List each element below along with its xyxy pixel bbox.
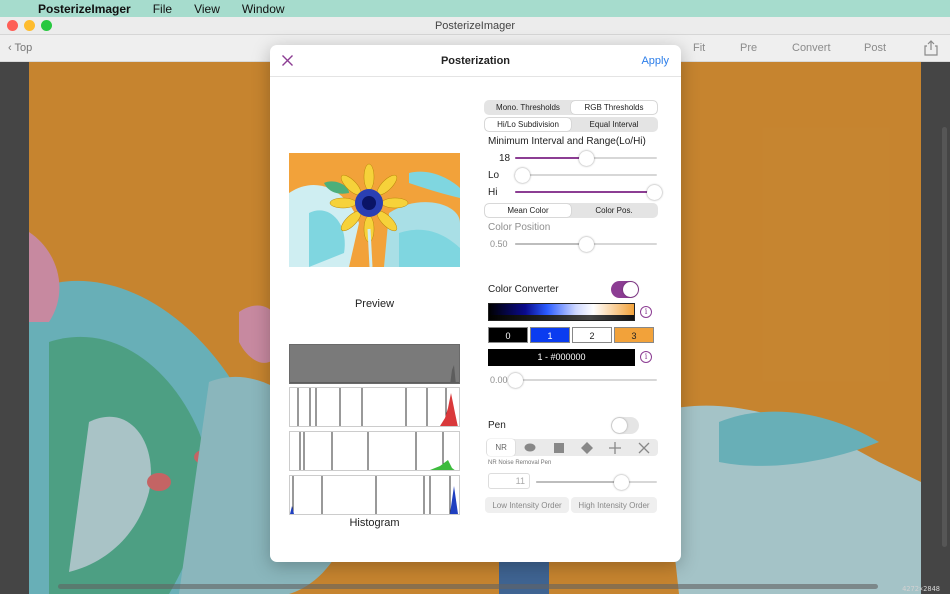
preview-label: Preview bbox=[354, 298, 395, 310]
color-pos-segment[interactable]: Color Pos. bbox=[571, 204, 657, 217]
color-position-value: 0.50 bbox=[490, 239, 508, 249]
menu-window[interactable]: Window bbox=[242, 2, 285, 16]
min-interval-label: Minimum Interval and Range(Lo/Hi) bbox=[488, 136, 646, 147]
pen-label: Pen bbox=[488, 420, 506, 431]
pen-toggle[interactable] bbox=[611, 417, 639, 434]
info-icon[interactable]: i bbox=[640, 351, 652, 363]
lo-label: Lo bbox=[488, 170, 500, 181]
cross-icon bbox=[638, 442, 650, 453]
posterization-dialog: Posterization Apply Preview Histogram Mo… bbox=[270, 45, 681, 562]
slider-knob[interactable] bbox=[613, 475, 629, 490]
histogram-red bbox=[289, 387, 460, 427]
toggle-knob bbox=[623, 282, 638, 297]
color-swatch-3[interactable]: 3 bbox=[614, 327, 654, 343]
color-swatch-2[interactable]: 2 bbox=[572, 327, 612, 343]
lo-slider[interactable] bbox=[515, 168, 657, 183]
slider-fill bbox=[515, 243, 586, 245]
slider-knob[interactable] bbox=[579, 151, 594, 166]
back-label: Top bbox=[14, 42, 33, 54]
square-pen-button[interactable] bbox=[545, 439, 573, 456]
toolbar-fit[interactable]: Fit bbox=[693, 42, 705, 54]
window-title: PosterizeImager bbox=[434, 19, 516, 32]
histogram-blue bbox=[289, 475, 460, 515]
min-interval-value: 18 bbox=[499, 153, 511, 164]
slider-fill bbox=[515, 191, 655, 193]
histogram-luminance bbox=[289, 344, 460, 384]
dialog-title: Posterization bbox=[440, 55, 511, 67]
share-icon[interactable] bbox=[924, 40, 938, 56]
menu-file[interactable]: File bbox=[153, 2, 172, 16]
window-controls bbox=[7, 20, 52, 31]
high-intensity-order-button[interactable]: High Intensity Order bbox=[571, 497, 657, 513]
pen-tool-bar: NR bbox=[486, 439, 658, 456]
slider-knob[interactable] bbox=[579, 237, 594, 252]
plus-icon bbox=[609, 441, 622, 454]
red-threshold-lines bbox=[297, 388, 458, 426]
mono-thresholds-segment[interactable]: Mono. Thresholds bbox=[485, 101, 571, 114]
low-intensity-order-button[interactable]: Low Intensity Order bbox=[485, 497, 569, 513]
equal-interval-segment[interactable]: Equal Interval bbox=[571, 118, 657, 131]
min-interval-slider[interactable] bbox=[515, 151, 657, 166]
color-position-slider[interactable] bbox=[515, 237, 657, 252]
close-window-button[interactable] bbox=[7, 20, 18, 31]
toolbar-post[interactable]: Post bbox=[864, 42, 886, 54]
menu-app-name[interactable]: PosterizeImager bbox=[38, 2, 131, 16]
diamond-icon bbox=[581, 441, 594, 454]
color-swatch-0[interactable]: 0 bbox=[488, 327, 528, 343]
green-threshold-lines bbox=[299, 432, 455, 470]
cross-pen-button[interactable] bbox=[630, 439, 658, 456]
slider-track bbox=[515, 174, 657, 176]
slider-knob[interactable] bbox=[647, 185, 663, 200]
title-bar: PosterizeImager bbox=[0, 17, 950, 35]
mean-color-segment[interactable]: Mean Color bbox=[485, 204, 571, 217]
blue-threshold-lines bbox=[290, 476, 458, 514]
threshold-mode-segmented: Mono. Thresholds RGB Thresholds bbox=[484, 100, 658, 115]
diamond-pen-button[interactable] bbox=[573, 439, 601, 456]
slider-track bbox=[515, 379, 657, 381]
square-icon bbox=[553, 442, 564, 453]
interval-mode-segmented: Hi/Lo Subdivision Equal Interval bbox=[484, 117, 658, 132]
preview-image bbox=[289, 153, 460, 267]
color-mode-segmented: Mean Color Color Pos. bbox=[484, 203, 658, 218]
hi-label: Hi bbox=[488, 187, 498, 198]
zoom-window-button[interactable] bbox=[41, 20, 52, 31]
histogram-green bbox=[289, 431, 460, 471]
nr-pen-caption: NR Noise Removal Pen bbox=[488, 460, 552, 466]
slider-fill bbox=[536, 481, 621, 483]
apply-button[interactable]: Apply bbox=[641, 55, 669, 67]
color-position-label: Color Position bbox=[488, 222, 551, 233]
slider-knob[interactable] bbox=[508, 373, 523, 388]
minimize-window-button[interactable] bbox=[24, 20, 35, 31]
converter-slider[interactable] bbox=[508, 373, 657, 388]
converter-slider-value: 0.00 bbox=[490, 375, 508, 385]
hi-slider[interactable] bbox=[515, 185, 663, 200]
slider-knob[interactable] bbox=[515, 168, 531, 183]
menu-bar: PosterizeImager File View Window bbox=[0, 0, 950, 17]
toolbar-pre[interactable]: Pre bbox=[740, 42, 757, 54]
info-icon[interactable]: i bbox=[640, 306, 652, 318]
color-converter-label: Color Converter bbox=[488, 284, 559, 295]
selected-color-bar[interactable]: 1 - #000000 bbox=[488, 349, 635, 366]
pen-size-field[interactable]: 11 bbox=[488, 473, 530, 489]
toggle-knob bbox=[612, 418, 627, 433]
pen-size-slider[interactable] bbox=[536, 475, 657, 490]
color-converter-toggle[interactable] bbox=[611, 281, 639, 298]
toolbar-convert[interactable]: Convert bbox=[792, 42, 831, 54]
rgb-thresholds-segment[interactable]: RGB Thresholds bbox=[571, 101, 657, 114]
back-button[interactable]: ‹ Top bbox=[8, 42, 32, 54]
color-gradient-bar[interactable] bbox=[488, 303, 635, 321]
menu-view[interactable]: View bbox=[194, 2, 220, 16]
ellipse-icon bbox=[524, 443, 536, 452]
ellipse-pen-button[interactable] bbox=[516, 439, 544, 456]
color-swatch-1[interactable]: 1 bbox=[530, 327, 570, 343]
histogram-label: Histogram bbox=[349, 517, 400, 529]
hilo-subdivision-segment[interactable]: Hi/Lo Subdivision bbox=[485, 118, 571, 131]
slider-fill bbox=[515, 157, 586, 159]
nr-pen-button[interactable]: NR bbox=[487, 439, 516, 456]
dialog-header: Posterization Apply bbox=[270, 45, 681, 77]
plus-pen-button[interactable] bbox=[601, 439, 629, 456]
